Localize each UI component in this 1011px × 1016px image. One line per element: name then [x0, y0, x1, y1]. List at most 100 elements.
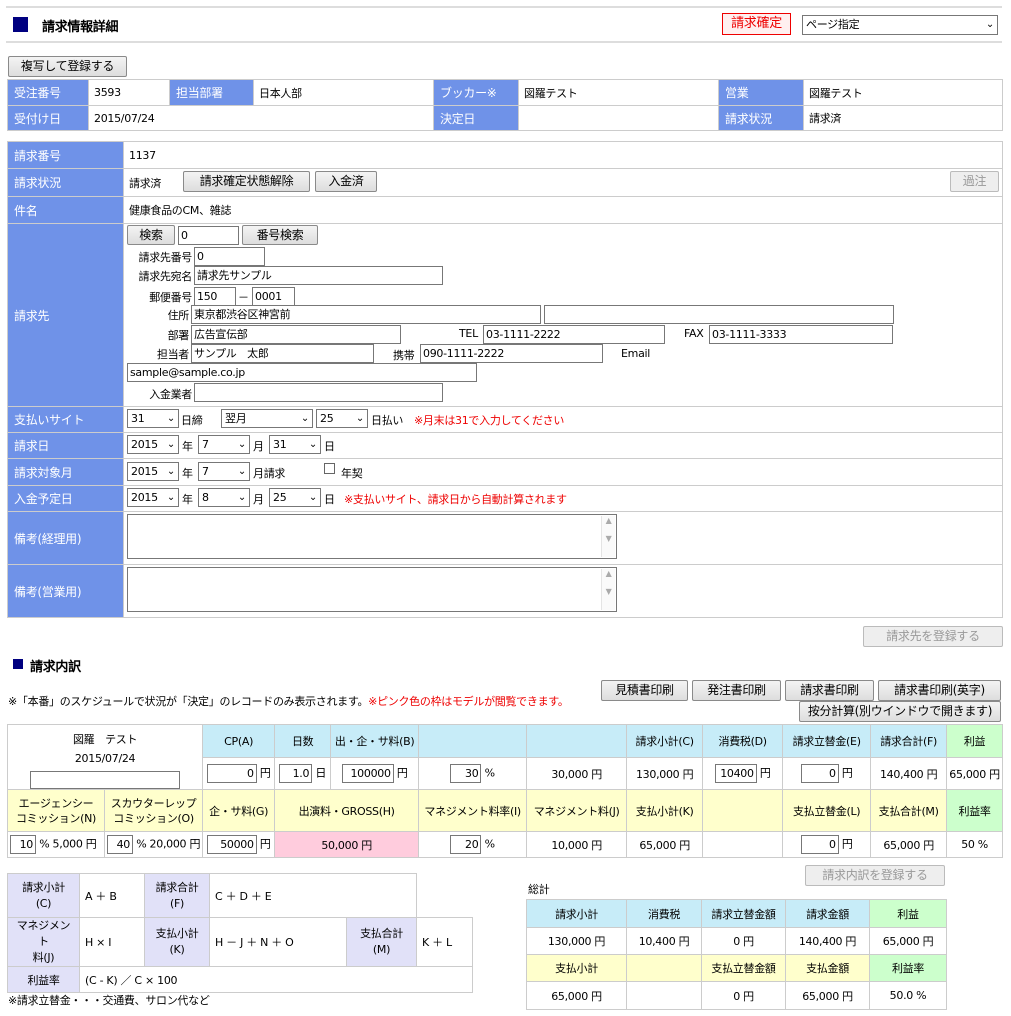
tgt-year-select[interactable]: 2015 ⌄	[127, 462, 179, 481]
subject-value: 健康食品のCM、雑誌	[123, 196, 1003, 224]
search-button[interactable]: 検索	[127, 225, 175, 245]
prorate-button[interactable]: 按分計算(別ウインドウで開きます)	[799, 701, 1001, 722]
pay-total-m: 65,000 円	[870, 831, 948, 858]
billing-status: 請求済	[803, 105, 1003, 131]
target-month-label: 請求対象月	[7, 458, 124, 486]
zip1-input[interactable]: 150	[194, 287, 236, 306]
profit-header: 利益	[946, 723, 1003, 759]
formula-value: C ＋ D ＋ E	[209, 873, 417, 918]
formula-label: マネジメント 料(J)	[7, 917, 80, 967]
breakdown-title: 請求内訳	[30, 660, 81, 675]
client-no-input[interactable]: 0	[194, 247, 265, 266]
chevron-down-icon: ⌄	[985, 19, 994, 30]
advance-e-header: 請求立替金(E)	[782, 723, 872, 759]
pay-advance-input[interactable]: 0	[800, 835, 839, 854]
sales-label: 営業	[718, 79, 804, 106]
invoice-print-en-button[interactable]: 請求書印刷(英字)	[878, 680, 1001, 701]
mobile-input[interactable]: 090-1111-2222	[420, 344, 603, 363]
order-print-button[interactable]: 発注書印刷	[692, 680, 781, 701]
scout-pct-input[interactable]: 40	[107, 835, 133, 854]
search-input[interactable]: 0	[178, 226, 239, 245]
mgmt-rate-input[interactable]: 20	[450, 835, 482, 854]
payer-input[interactable]	[194, 383, 443, 402]
site-month-select[interactable]: 翌月 ⌄	[221, 409, 313, 428]
days-input[interactable]: 1.0	[279, 764, 313, 783]
address2-input[interactable]	[544, 305, 894, 324]
pct1-input[interactable]: 30	[450, 764, 482, 783]
day-unit: 日	[324, 440, 335, 453]
annual-checkbox[interactable]	[324, 463, 335, 474]
memo-sales-textarea[interactable]: ▲ ▼	[127, 567, 617, 612]
person-label: 担当者	[156, 348, 189, 361]
scrollbar[interactable]: ▲ ▼	[601, 516, 615, 557]
advance-e-input[interactable]: 0	[800, 764, 839, 783]
unconfirm-button[interactable]: 請求確定状態解除	[183, 171, 310, 192]
fee-g-input[interactable]: 50000	[206, 835, 257, 854]
dept-input[interactable]: 広告宣伝部	[191, 325, 401, 344]
dept-value: 日本人部	[253, 79, 434, 106]
totals-title: 総計	[528, 883, 550, 896]
totals-value: 10,400 円	[626, 927, 702, 955]
tax-d-input[interactable]: 10400	[714, 764, 757, 783]
address-label: 住所	[167, 309, 190, 322]
overdue-button[interactable]: 過注	[950, 171, 999, 192]
email-input[interactable]: sample@sample.co.jp	[127, 363, 477, 382]
tax-d-header: 消費税(D)	[702, 723, 784, 759]
site-day-select[interactable]: 25 ⌄	[316, 409, 368, 428]
subtotal-c-header: 請求小計(C)	[626, 723, 704, 759]
formula-label: 請求小計 (C)	[7, 873, 80, 918]
year-unit: 年	[182, 440, 193, 453]
client-name-input[interactable]: 請求先サンプル	[194, 266, 443, 285]
profit-rate: 50 %	[946, 831, 1003, 858]
number-search-button[interactable]: 番号検索	[242, 225, 318, 245]
formula-value: H × I	[79, 917, 145, 967]
site-close-select[interactable]: 31 ⌄	[127, 409, 179, 428]
formula-table: 請求小計 (C) A ＋ B 請求合計 (F) C ＋ D ＋ E マネジメント…	[7, 873, 473, 993]
inv-month-select[interactable]: 7 ⌄	[198, 435, 250, 454]
page-select[interactable]: ページ指定 ⌄	[802, 15, 998, 35]
person-input[interactable]: サンプル 太郎	[191, 344, 374, 363]
subject-label: 件名	[7, 196, 124, 224]
scrollbar[interactable]: ▲ ▼	[601, 569, 615, 610]
address-input[interactable]: 東京都渋谷区神宮前	[191, 305, 541, 324]
month-unit: 月	[253, 440, 264, 453]
register-client-button[interactable]: 請求先を登録する	[863, 626, 1003, 647]
annual-label: 年契	[341, 467, 363, 480]
memo-acct-textarea[interactable]: ▲ ▼	[127, 514, 617, 559]
decided-date-label: 決定日	[433, 105, 519, 131]
site-close-unit: 日締	[181, 414, 203, 427]
due-month-select[interactable]: 8 ⌄	[198, 488, 250, 507]
formula-value: H － J ＋ N ＋ O	[209, 917, 347, 967]
copy-register-button[interactable]: 複写して登録する	[8, 56, 127, 77]
totals-header: 支払小計	[526, 954, 627, 982]
totals-header: 利益率	[869, 954, 947, 982]
register-breakdown-button[interactable]: 請求内訳を登録する	[805, 865, 945, 886]
totals-value: 50.0 %	[869, 981, 947, 1010]
fee-g-header: 企・サ料(G)	[202, 789, 276, 832]
blank-header-3	[702, 789, 784, 832]
paid-button[interactable]: 入金済	[315, 171, 377, 192]
totals-header: 消費税	[626, 899, 702, 928]
memo-sales-label: 備考(営業用)	[7, 564, 124, 618]
fax-input[interactable]: 03-1111-3333	[709, 325, 893, 344]
inv-year-select[interactable]: 2015 ⌄	[127, 435, 179, 454]
tel-input[interactable]: 03-1111-2222	[483, 325, 665, 344]
fee-b-input[interactable]: 100000	[341, 764, 394, 783]
chevron-down-icon: ⌄	[166, 466, 175, 477]
inv-day-select[interactable]: 31 ⌄	[269, 435, 321, 454]
zip2-input[interactable]: 0001	[252, 287, 295, 306]
totals-value: 0 円	[701, 981, 786, 1010]
cp-cell: 0 円	[202, 757, 276, 790]
memo-acct-label: 備考(経理用)	[7, 511, 124, 565]
model-input[interactable]	[30, 771, 181, 789]
agency-pct-input[interactable]: 10	[10, 835, 36, 854]
totals-header: 請求立替金額	[701, 899, 786, 928]
email-label: Email	[621, 347, 651, 360]
estimate-print-button[interactable]: 見積書印刷	[601, 680, 688, 701]
invoice-print-button[interactable]: 請求書印刷	[785, 680, 874, 701]
due-day-select[interactable]: 25 ⌄	[269, 488, 321, 507]
cp-input[interactable]: 0	[206, 764, 257, 783]
tel-label: TEL	[459, 327, 478, 340]
due-year-select[interactable]: 2015 ⌄	[127, 488, 179, 507]
tgt-month-select[interactable]: 7 ⌄	[198, 462, 250, 481]
